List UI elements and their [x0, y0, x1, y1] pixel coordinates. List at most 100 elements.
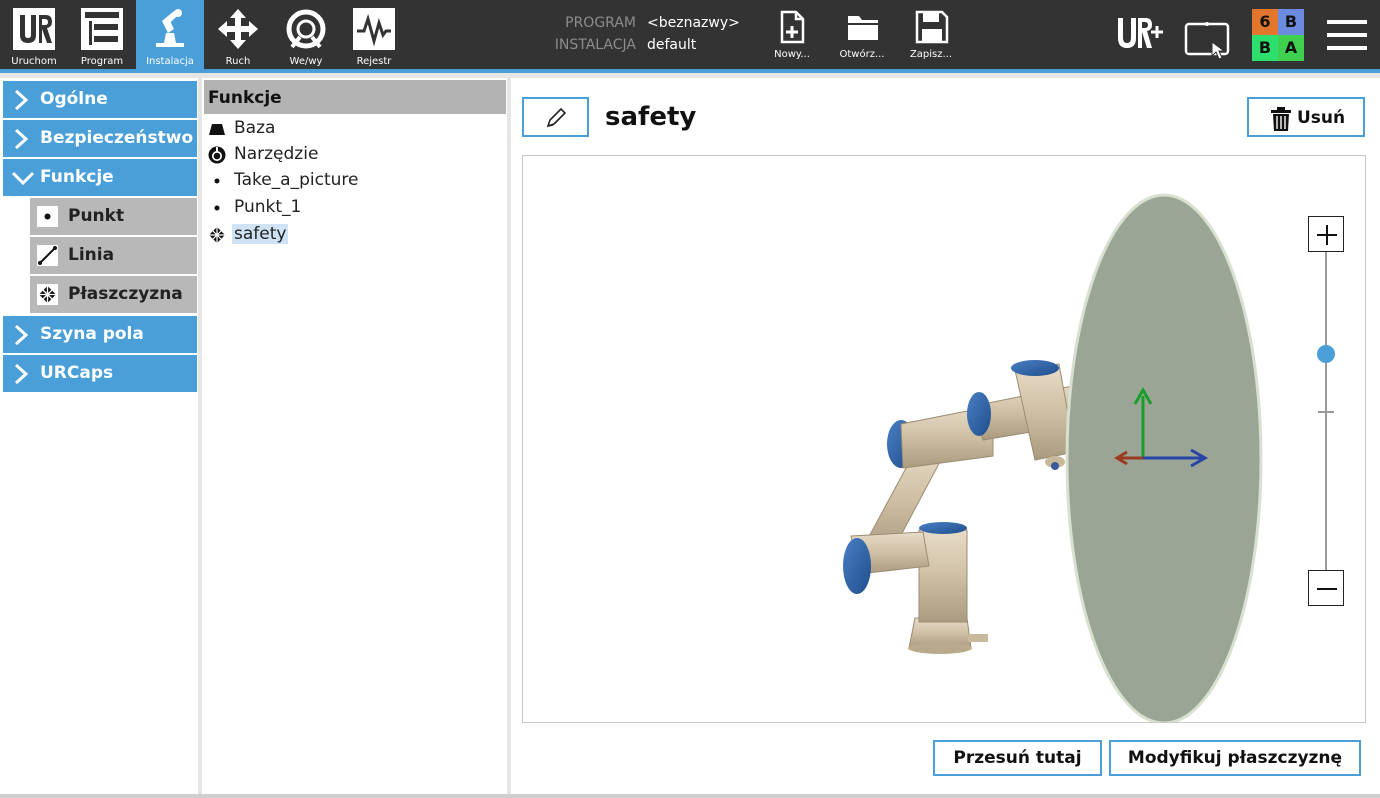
save-icon	[915, 10, 949, 44]
zoom-slider-thumb[interactable]	[1317, 344, 1335, 363]
tree-item-label: Punkt_1	[234, 197, 302, 217]
chevron-right-icon	[14, 90, 29, 110]
tree-item-label: Narzędzie	[234, 144, 319, 164]
chevron-right-icon	[14, 129, 29, 149]
installation-key: INSTALACJA	[554, 37, 636, 53]
chevron-right-icon	[14, 364, 29, 384]
minus-icon	[1317, 588, 1337, 590]
feature-tree-panel: Funkcje Baza Narzędzie Take_a_picture Pu…	[202, 78, 507, 794]
safety-badge-tr: B	[1278, 9, 1304, 35]
sidebar-item-urcaps[interactable]: URCaps	[3, 355, 197, 392]
chevron-down-icon	[12, 171, 34, 186]
program-name: <beznazwy>	[647, 15, 740, 31]
tab-run[interactable]: Uruchom	[0, 0, 68, 69]
move-here-button[interactable]: Przesuń tutaj	[933, 740, 1102, 776]
sidebar-item-fieldbus[interactable]: Szyna pola	[3, 316, 197, 353]
sidebar-item-general[interactable]: Ogólne	[3, 81, 197, 118]
plane-icon	[37, 284, 58, 305]
sidebar-item-features[interactable]: Funkcje	[3, 159, 197, 196]
program-info-values: <beznazwy> default	[647, 12, 740, 56]
folder-icon	[848, 16, 878, 40]
sidebar-sub-line[interactable]: Linia	[30, 237, 197, 274]
ur-logo-icon	[13, 8, 55, 50]
sidebar-sub-label: Płaszczyzna	[68, 284, 183, 304]
sidebar-item-safety[interactable]: Bezpieczeństwo	[3, 120, 197, 157]
plane-icon	[209, 227, 225, 243]
robot-arm-icon	[156, 9, 184, 47]
tab-move[interactable]: Ruch	[204, 0, 272, 69]
point-icon	[214, 178, 220, 184]
sidebar-sub-plane[interactable]: Płaszczyzna	[30, 276, 197, 313]
3d-view[interactable]	[522, 155, 1366, 723]
move-arrows-icon	[218, 9, 258, 49]
open-button[interactable]: Otwórz...	[832, 4, 892, 66]
tree-item-label: Take_a_picture	[234, 170, 359, 190]
sidebar-item-label: Bezpieczeństwo	[40, 128, 194, 148]
teach-pendant-icon[interactable]	[1184, 18, 1232, 62]
app-window: Uruchom Program Instalacja Ruch We/wy Re…	[0, 0, 1380, 798]
urcaps-plus-icon[interactable]	[1114, 14, 1164, 54]
sidebar-sub-point[interactable]: Punkt	[30, 198, 197, 235]
modify-plane-button[interactable]: Modyfikuj płaszczyznę	[1109, 740, 1361, 776]
tab-program[interactable]: Program	[68, 0, 136, 69]
point-icon	[214, 205, 220, 211]
rename-button[interactable]	[522, 97, 589, 137]
bottom-strip	[0, 794, 1380, 798]
new-file-icon	[780, 10, 805, 44]
feature-tree-header: Funkcje	[204, 80, 506, 114]
program-key: PROGRAM	[565, 15, 636, 31]
sidebar-item-label: Szyna pola	[40, 324, 144, 344]
tab-run-label: Uruchom	[11, 56, 57, 67]
base-icon	[209, 124, 225, 135]
sidebar-item-label: URCaps	[40, 363, 114, 383]
sidebar: Ogólne Bezpieczeństwo Funkcje Punkt Lini…	[0, 78, 198, 794]
chevron-right-icon	[14, 325, 29, 345]
tab-io-label: We/wy	[289, 56, 323, 67]
program-info-keys: PROGRAM INSTALACJA	[536, 12, 636, 56]
save-button[interactable]: Zapisz...	[901, 4, 961, 66]
top-bar: Uruchom Program Instalacja Ruch We/wy Re…	[0, 0, 1380, 69]
delete-button[interactable]: Usuń	[1247, 97, 1365, 137]
tab-installation[interactable]: Instalacja	[136, 0, 204, 69]
sidebar-item-label: Funkcje	[40, 167, 114, 187]
safety-badge-br: A	[1278, 35, 1304, 61]
safety-badge-tl: 6	[1252, 9, 1278, 35]
new-button-label: Nowy...	[774, 49, 810, 60]
tab-program-label: Program	[80, 56, 124, 67]
hamburger-menu-icon[interactable]	[1326, 18, 1368, 52]
new-button[interactable]: Nowy...	[762, 4, 822, 66]
3d-scene	[843, 193, 1263, 722]
safety-badge-bl: B	[1252, 35, 1278, 61]
sidebar-item-label: Ogólne	[40, 89, 108, 109]
log-icon	[353, 8, 395, 50]
io-icon	[286, 9, 326, 49]
delete-button-label: Usuń	[1297, 108, 1346, 128]
feature-detail-panel: safety Usuń Przesuń tutaj Modyfikuj płas…	[511, 78, 1380, 794]
open-button-label: Otwórz...	[839, 49, 885, 60]
tool-icon	[208, 146, 226, 164]
point-icon	[37, 206, 58, 227]
plus-icon	[1317, 225, 1337, 245]
tab-installation-label: Instalacja	[146, 56, 194, 67]
trash-icon	[1271, 107, 1291, 131]
safety-checksum-badge[interactable]: 6 B B A	[1252, 9, 1304, 61]
feature-title: safety	[605, 102, 697, 132]
robot-model	[843, 360, 1097, 654]
zoom-out-button[interactable]	[1308, 570, 1344, 606]
tab-io[interactable]: We/wy	[272, 0, 340, 69]
pencil-icon	[546, 107, 567, 128]
sidebar-sub-label: Punkt	[68, 206, 125, 226]
save-button-label: Zapisz...	[909, 49, 953, 60]
tree-item-label: Baza	[234, 118, 276, 138]
tab-log[interactable]: Rejestr	[340, 0, 408, 69]
zoom-slider-tick	[1318, 411, 1334, 413]
installation-name: default	[647, 37, 697, 53]
program-tree-icon	[81, 8, 123, 50]
zoom-in-button[interactable]	[1308, 216, 1344, 252]
tree-item-label: safety	[232, 224, 289, 244]
tab-log-label: Rejestr	[356, 56, 392, 67]
topbar-accent-line	[0, 69, 1380, 73]
sidebar-sub-label: Linia	[68, 245, 115, 265]
line-icon	[37, 245, 58, 266]
tab-move-label: Ruch	[225, 56, 251, 67]
